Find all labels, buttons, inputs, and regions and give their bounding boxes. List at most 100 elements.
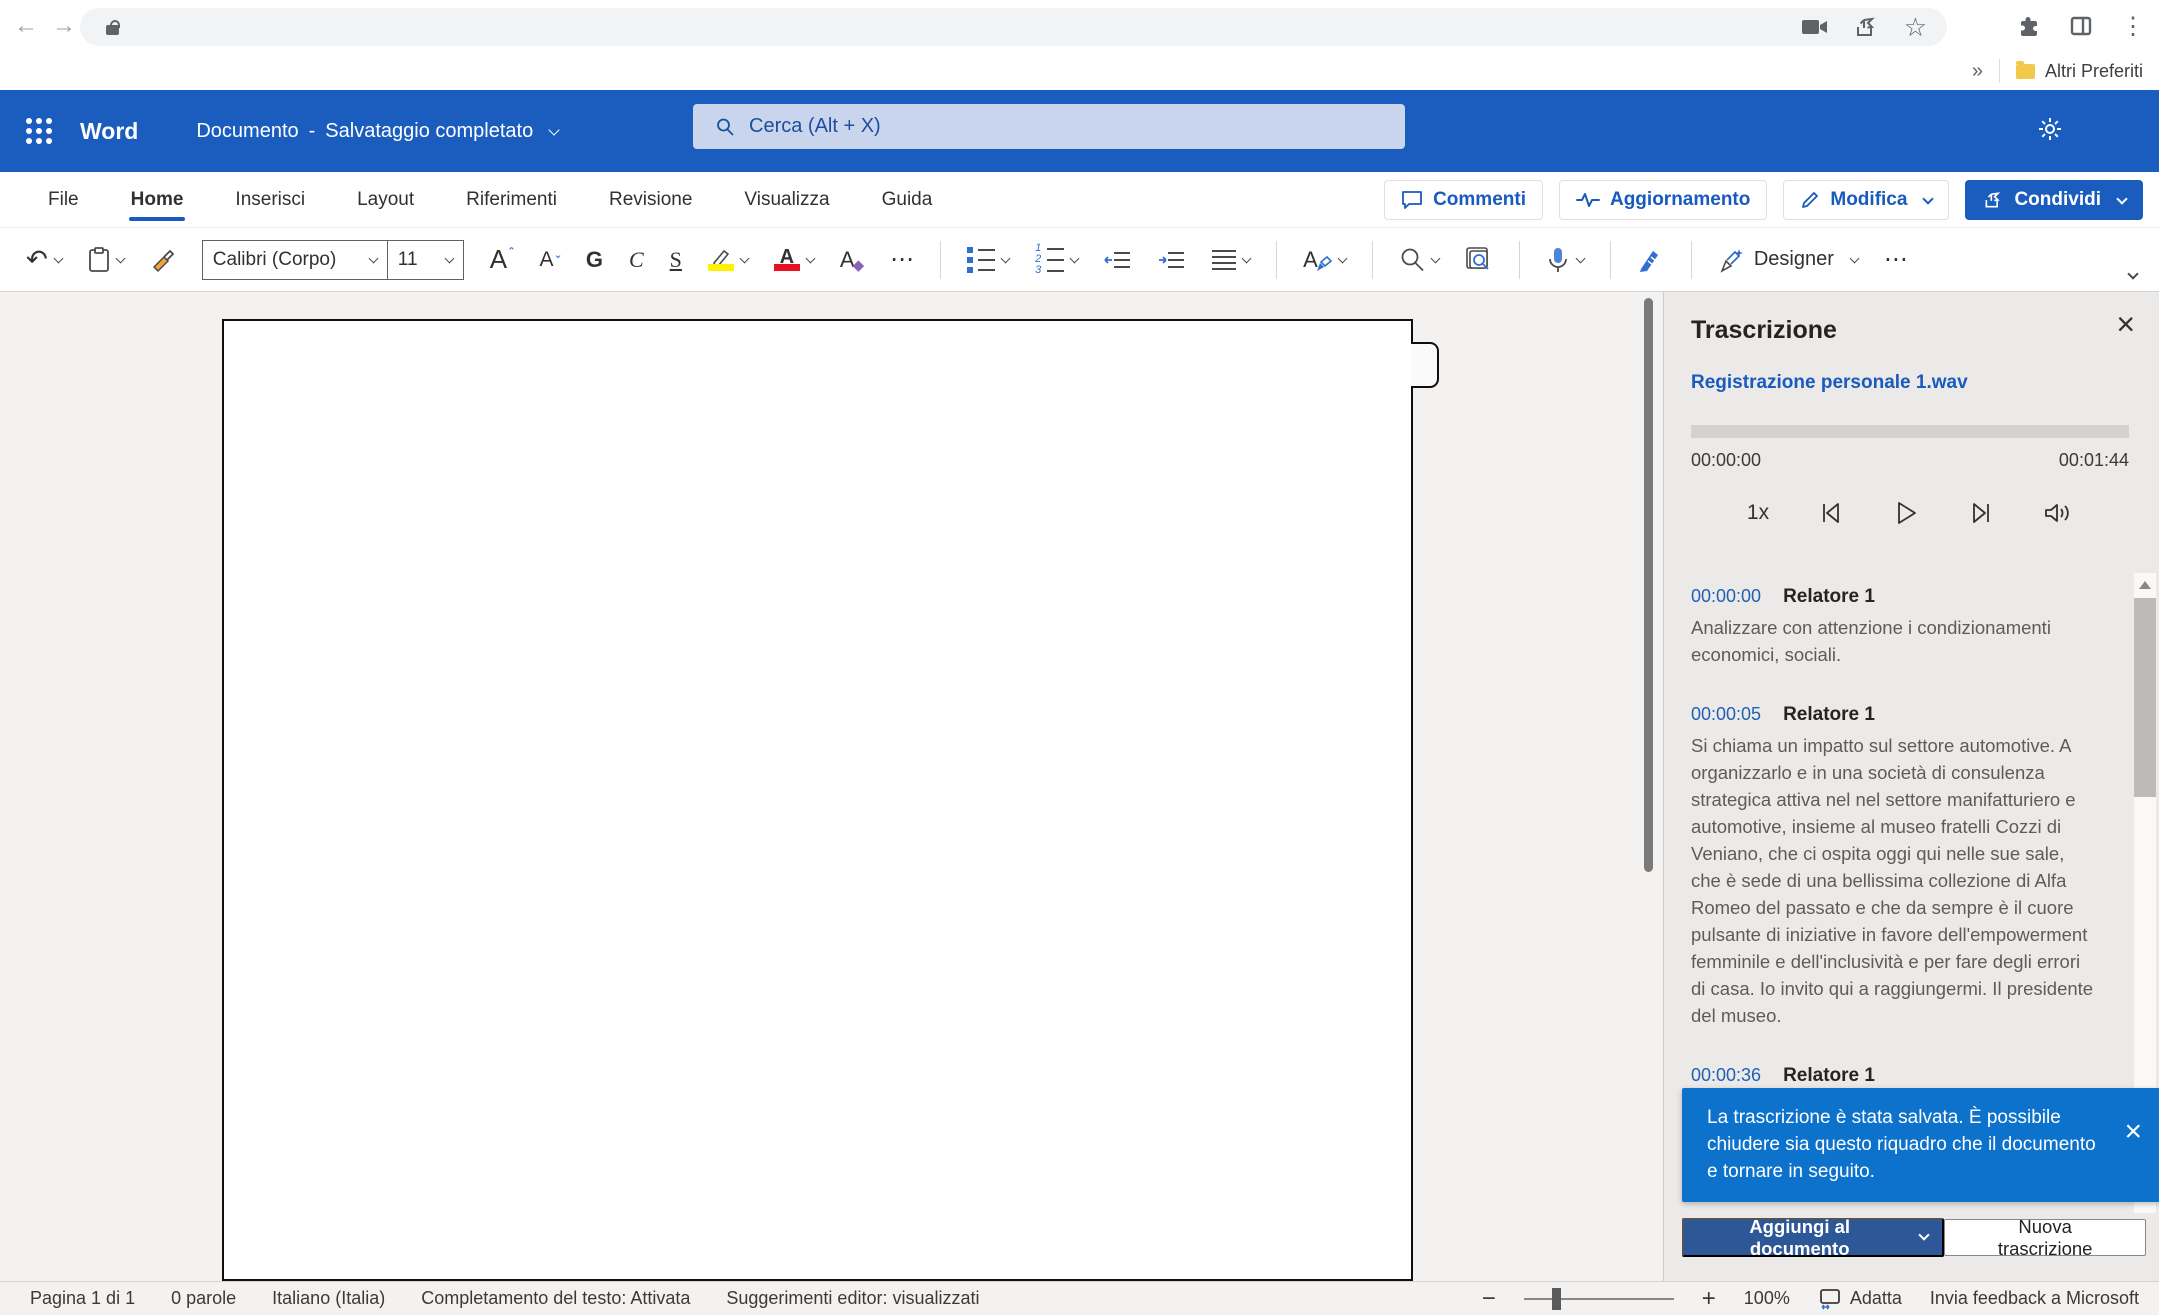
save-status[interactable]: Salvataggio completato [325,120,533,143]
app-name[interactable]: Word [80,118,138,145]
camera-icon[interactable] [1802,18,1828,36]
tab-visualizza[interactable]: Visualizza [740,172,833,227]
document-page[interactable] [222,319,1413,1281]
chevron-down-icon[interactable] [549,124,560,135]
numbered-list-button[interactable]: 1 2 3 [1035,245,1078,274]
playback-rate-button[interactable]: 1x [1747,501,1769,525]
immersive-reader-button[interactable] [1465,246,1493,274]
bookmarks-overflow-icon[interactable]: » [1972,60,1983,83]
paste-button[interactable] [88,247,124,273]
entry-timestamp[interactable]: 00:00:00 [1691,586,1761,607]
text-effects-button[interactable]: A◆ [840,246,864,274]
dictate-button[interactable] [1546,246,1584,274]
tab-revisione[interactable]: Revisione [605,172,696,227]
catch-up-button[interactable]: Aggiornamento [1559,180,1767,220]
editing-mode-button[interactable]: Modifica [1783,180,1949,220]
play-icon[interactable] [1893,500,1919,526]
font-size-select[interactable]: 11 [388,240,464,280]
format-painter-button[interactable] [150,247,176,273]
panel-title: Trascrizione [1691,316,1837,345]
skip-forward-icon[interactable] [1968,500,1994,526]
settings-gear-icon[interactable] [2036,115,2064,143]
editor-button[interactable] [1637,247,1665,273]
page-count[interactable]: Pagina 1 di 1 [30,1288,135,1309]
share-icon[interactable] [1854,15,1878,39]
transcript-entry[interactable]: 00:00:05 Relatore 1 Si chiama un impatto… [1691,704,2099,1029]
scroll-up-arrow-icon[interactable] [2139,581,2151,589]
transcript-entry[interactable]: 00:00:36 Relatore 1 [1691,1065,2099,1087]
bookmarks-divider [1999,59,2000,83]
zoom-level[interactable]: 100% [1744,1288,1790,1309]
zoom-slider-thumb[interactable] [1552,1288,1561,1310]
tab-file[interactable]: File [44,172,83,227]
shrink-font-button[interactable]: Aˆ [539,248,559,272]
extensions-icon[interactable] [2017,14,2041,38]
increase-indent-button[interactable] [1158,249,1186,271]
zoom-slider[interactable] [1524,1298,1674,1300]
comments-button[interactable]: Commenti [1384,180,1543,220]
text-completion-status[interactable]: Completamento del testo: Attivata [421,1288,690,1309]
entry-text[interactable]: Si chiama un impatto sul settore automot… [1691,732,2099,1029]
volume-icon[interactable] [2043,500,2073,526]
fit-to-page-button[interactable]: Adatta [1818,1288,1902,1310]
italic-button[interactable]: C [629,247,644,273]
zoom-in-button[interactable]: + [1702,1285,1716,1313]
alignment-button[interactable] [1212,250,1250,270]
app-launcher-icon[interactable] [26,118,52,144]
activity-pulse-icon [1576,191,1600,209]
find-button[interactable] [1399,247,1439,273]
entry-timestamp[interactable]: 00:00:05 [1691,704,1761,725]
bullet-list-button[interactable] [967,247,1009,273]
more-toolbar-button[interactable]: ⋯ [1884,245,1908,274]
tab-riferimenti[interactable]: Riferimenti [462,172,561,227]
document-canvas [0,292,1663,1281]
document-title-bar[interactable]: Documento - Salvataggio completato [196,120,558,143]
add-to-document-button[interactable]: Aggiungi al documento [1682,1218,1944,1257]
side-panel-icon[interactable] [2069,14,2093,38]
underline-button[interactable]: S [670,247,682,273]
document-scrollbar[interactable] [1644,298,1653,872]
search-input[interactable]: Cerca (Alt + X) [693,104,1405,149]
decrease-indent-button[interactable] [1104,249,1132,271]
forward-icon[interactable]: → [52,12,76,40]
tab-guida[interactable]: Guida [878,172,937,227]
playback-progress-bar[interactable] [1691,425,2129,438]
toast-close-icon[interactable]: × [2124,1118,2142,1145]
language-status[interactable]: Italiano (Italia) [272,1288,385,1309]
font-color-button[interactable]: A [774,248,814,271]
lock-icon[interactable] [106,25,119,35]
word-count[interactable]: 0 parole [171,1288,236,1309]
tab-home[interactable]: Home [127,172,188,227]
designer-button[interactable]: Designer [1718,247,1858,273]
bookmark-star-icon[interactable]: ☆ [1904,17,1927,37]
margin-comment-tab[interactable] [1411,342,1439,388]
recording-file-link[interactable]: Registrazione personale 1.wav [1691,372,1968,394]
address-bar[interactable]: ☆ [80,8,1947,46]
document-title[interactable]: Documento [196,120,298,143]
other-bookmarks[interactable]: Altri Preferiti [2045,61,2143,82]
browser-menu-icon[interactable]: ⋮ [2121,12,2145,41]
highlight-button[interactable] [708,248,748,271]
entry-text[interactable]: Analizzare con attenzione i condizioname… [1691,614,2099,668]
grow-font-button[interactable]: Aˆ [490,244,514,275]
back-icon[interactable]: ← [14,12,38,40]
bold-button[interactable]: G [586,247,603,273]
panel-close-icon[interactable]: × [2116,308,2135,340]
panel-scrollbar-thumb[interactable] [2134,598,2156,797]
collapse-ribbon-icon[interactable] [2127,268,2138,279]
editor-suggestions-status[interactable]: Suggerimenti editor: visualizzati [726,1288,979,1309]
new-transcription-button[interactable]: Nuova trascrizione [1944,1219,2146,1256]
undo-button[interactable]: ↶ [26,244,62,275]
transcript-entry[interactable]: 00:00:00 Relatore 1 Analizzare con atten… [1691,586,2099,668]
tab-layout[interactable]: Layout [353,172,418,227]
tab-inserisci[interactable]: Inserisci [231,172,309,227]
zoom-out-button[interactable]: − [1482,1285,1496,1313]
entry-timestamp[interactable]: 00:00:36 [1691,1065,1761,1086]
more-font-options-button[interactable]: ⋯ [890,245,914,274]
share-button[interactable]: Condividi [1965,180,2143,220]
skip-back-icon[interactable] [1818,500,1844,526]
font-name-select[interactable]: Calibri (Corpo) [202,240,388,280]
search-placeholder: Cerca (Alt + X) [749,115,881,138]
feedback-link[interactable]: Invia feedback a Microsoft [1930,1288,2139,1309]
styles-button[interactable]: A [1303,247,1346,273]
